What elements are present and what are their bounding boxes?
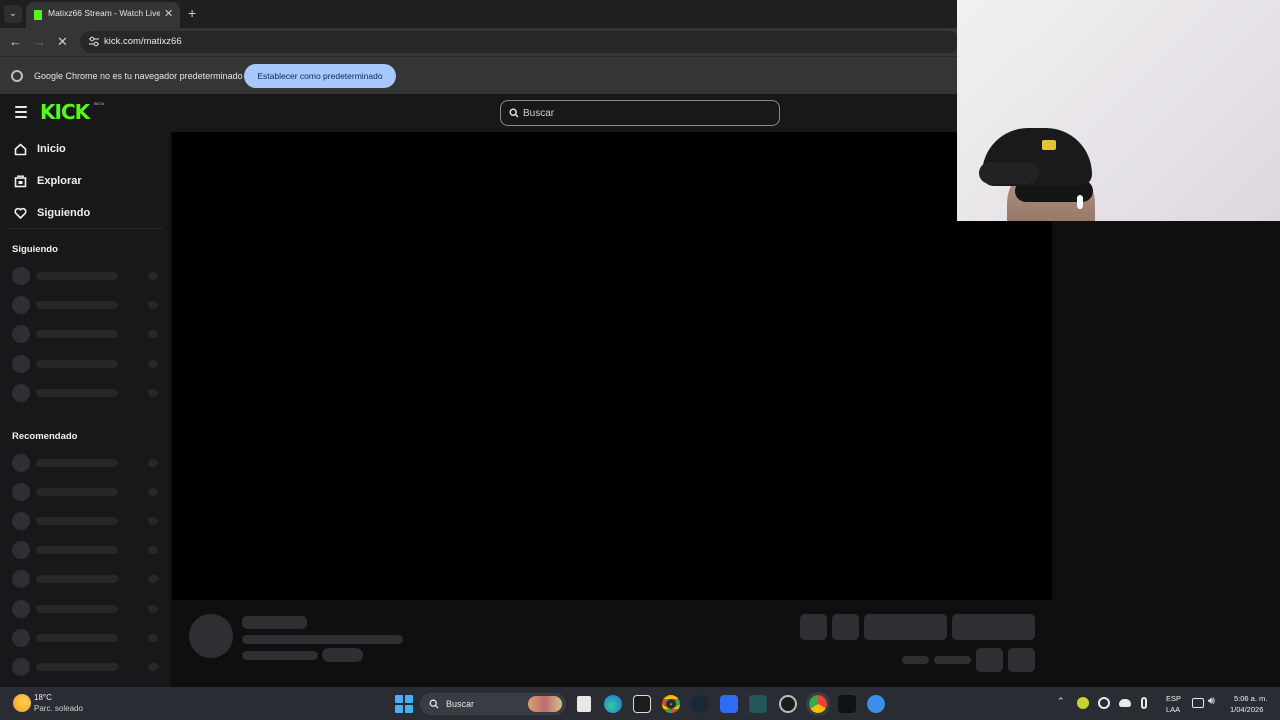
tab-title: Matixz66 Stream - Watch Live on Kick	[48, 8, 160, 18]
show-hidden-icons-chevron-icon[interactable]: ⌃	[1057, 696, 1065, 707]
windows-taskbar: 18°C Parc. soleado Buscar ⌃ ESP LAA 🔊︎ 5…	[0, 687, 1280, 720]
skeleton-channel-row	[0, 482, 170, 504]
skeleton-channel-row	[0, 383, 170, 405]
kick-favicon-icon	[34, 10, 42, 20]
beta-badge: BETA	[94, 101, 105, 106]
tray-app-icon[interactable]	[1077, 697, 1089, 709]
forward-arrow-icon[interactable]: →	[33, 34, 46, 49]
network-icon[interactable]	[1192, 698, 1204, 708]
roblox-icon[interactable]	[720, 695, 738, 713]
following-section-title: Siguiendo	[12, 244, 58, 255]
microphone-icon[interactable]	[1141, 697, 1147, 709]
sidebar: Inicio Explorar Siguiendo Siguiendo Reco…	[0, 132, 170, 687]
tag-skeleton	[322, 648, 363, 662]
tray-sync-icon[interactable]	[1098, 697, 1110, 709]
compass-icon	[14, 175, 27, 188]
stream-title-skeleton	[242, 635, 403, 644]
taskbar-search[interactable]: Buscar	[420, 693, 566, 715]
video-player[interactable]	[172, 132, 1052, 600]
share-button-skeleton	[976, 648, 1003, 672]
set-default-button[interactable]: Establecer como predeterminado	[244, 64, 396, 88]
skeleton-channel-row	[0, 657, 170, 679]
skeleton-channel-row	[0, 540, 170, 562]
taskbar-search-label: Buscar	[446, 699, 475, 709]
infobar-message: Google Chrome no es tu navegador predete…	[34, 71, 243, 81]
more-button-skeleton	[1008, 648, 1035, 672]
windows-start-icon[interactable]	[395, 695, 413, 713]
steam-icon[interactable]	[691, 695, 709, 713]
obs-icon[interactable]	[779, 695, 797, 713]
action-button-skeleton	[832, 614, 859, 640]
edge-icon[interactable]	[604, 695, 622, 713]
weather-icon[interactable]	[13, 694, 31, 712]
category-skeleton	[242, 651, 318, 660]
weather-temperature[interactable]: 18°C	[34, 693, 52, 702]
skeleton-channel-row	[0, 599, 170, 621]
viewer-count-skeleton	[902, 656, 929, 664]
back-arrow-icon[interactable]: ←	[9, 34, 22, 49]
search-icon	[429, 699, 439, 709]
site-settings-icon[interactable]	[88, 36, 100, 48]
webcam-overlay	[957, 0, 1280, 221]
search-box[interactable]	[500, 100, 780, 126]
menu-icon[interactable]	[15, 106, 27, 118]
uptime-skeleton	[934, 656, 971, 664]
skeleton-channel-row	[0, 266, 170, 288]
skeleton-channel-row	[0, 324, 170, 346]
heart-icon	[14, 207, 27, 219]
tab-close-icon[interactable]: ✕	[164, 7, 173, 20]
weather-description[interactable]: Parc. soleado	[34, 704, 83, 713]
nav-item-explorar[interactable]: Explorar	[0, 166, 162, 196]
nav-label-inicio: Inicio	[37, 143, 66, 155]
volume-icon[interactable]: 🔊︎	[1208, 695, 1215, 708]
chrome-profile-icon[interactable]	[806, 692, 830, 716]
browser-tab[interactable]: Matixz66 Stream - Watch Live on Kick ✕	[26, 2, 180, 28]
tab-search-menu-button[interactable]: ⌄	[4, 5, 22, 23]
webcam-cap-brim	[979, 162, 1039, 184]
skeleton-channel-row	[0, 453, 170, 475]
action-button-skeleton	[800, 614, 827, 640]
url-text[interactable]: kick.com/matixz66	[104, 36, 182, 47]
skeleton-channel-row	[0, 354, 170, 376]
address-bar[interactable]: kick.com/matixz66	[80, 31, 960, 53]
skeleton-channel-row	[0, 628, 170, 650]
skeleton-channel-row	[0, 511, 170, 533]
recommended-section-title: Recomendado	[12, 431, 78, 442]
capcut-icon[interactable]	[633, 695, 651, 713]
sidebar-divider	[8, 228, 162, 229]
webcam-cap-logo	[1042, 140, 1056, 150]
language-indicator[interactable]: ESP	[1166, 694, 1181, 703]
clock-time[interactable]: 5:06 a. m.	[1234, 694, 1267, 703]
search-icon	[509, 108, 519, 118]
nav-label-siguiendo: Siguiendo	[37, 207, 91, 219]
file-explorer-icon[interactable]	[577, 696, 591, 712]
app-icon[interactable]	[867, 695, 885, 713]
nav-item-siguiendo[interactable]: Siguiendo	[0, 198, 162, 228]
follow-button-skeleton	[864, 614, 947, 640]
search-input[interactable]	[523, 105, 763, 121]
webcam-earbud	[1077, 195, 1083, 209]
channel-name-skeleton	[242, 616, 307, 629]
tiktok-icon[interactable]	[838, 695, 856, 713]
new-tab-button[interactable]: +	[188, 5, 196, 21]
chrome-icon	[11, 70, 23, 82]
search-highlight-image	[528, 696, 562, 712]
minecraft-icon[interactable]	[749, 695, 767, 713]
keyboard-layout-indicator[interactable]: LAA	[1166, 705, 1180, 714]
stop-loading-icon[interactable]: ✕	[57, 34, 68, 50]
channel-avatar-skeleton	[189, 614, 233, 658]
skeleton-channel-row	[0, 295, 170, 317]
nav-label-explorar: Explorar	[37, 175, 82, 187]
home-icon	[14, 143, 27, 156]
kick-logo[interactable]: KICK	[40, 100, 90, 124]
skeleton-channel-row	[0, 569, 170, 591]
nav-item-inicio[interactable]: Inicio	[0, 134, 162, 164]
chrome-taskbar-icon[interactable]	[662, 695, 680, 713]
subscribe-button-skeleton	[952, 614, 1035, 640]
onedrive-cloud-icon[interactable]	[1119, 699, 1131, 707]
clock-date[interactable]: 1/04/2026	[1230, 705, 1263, 714]
